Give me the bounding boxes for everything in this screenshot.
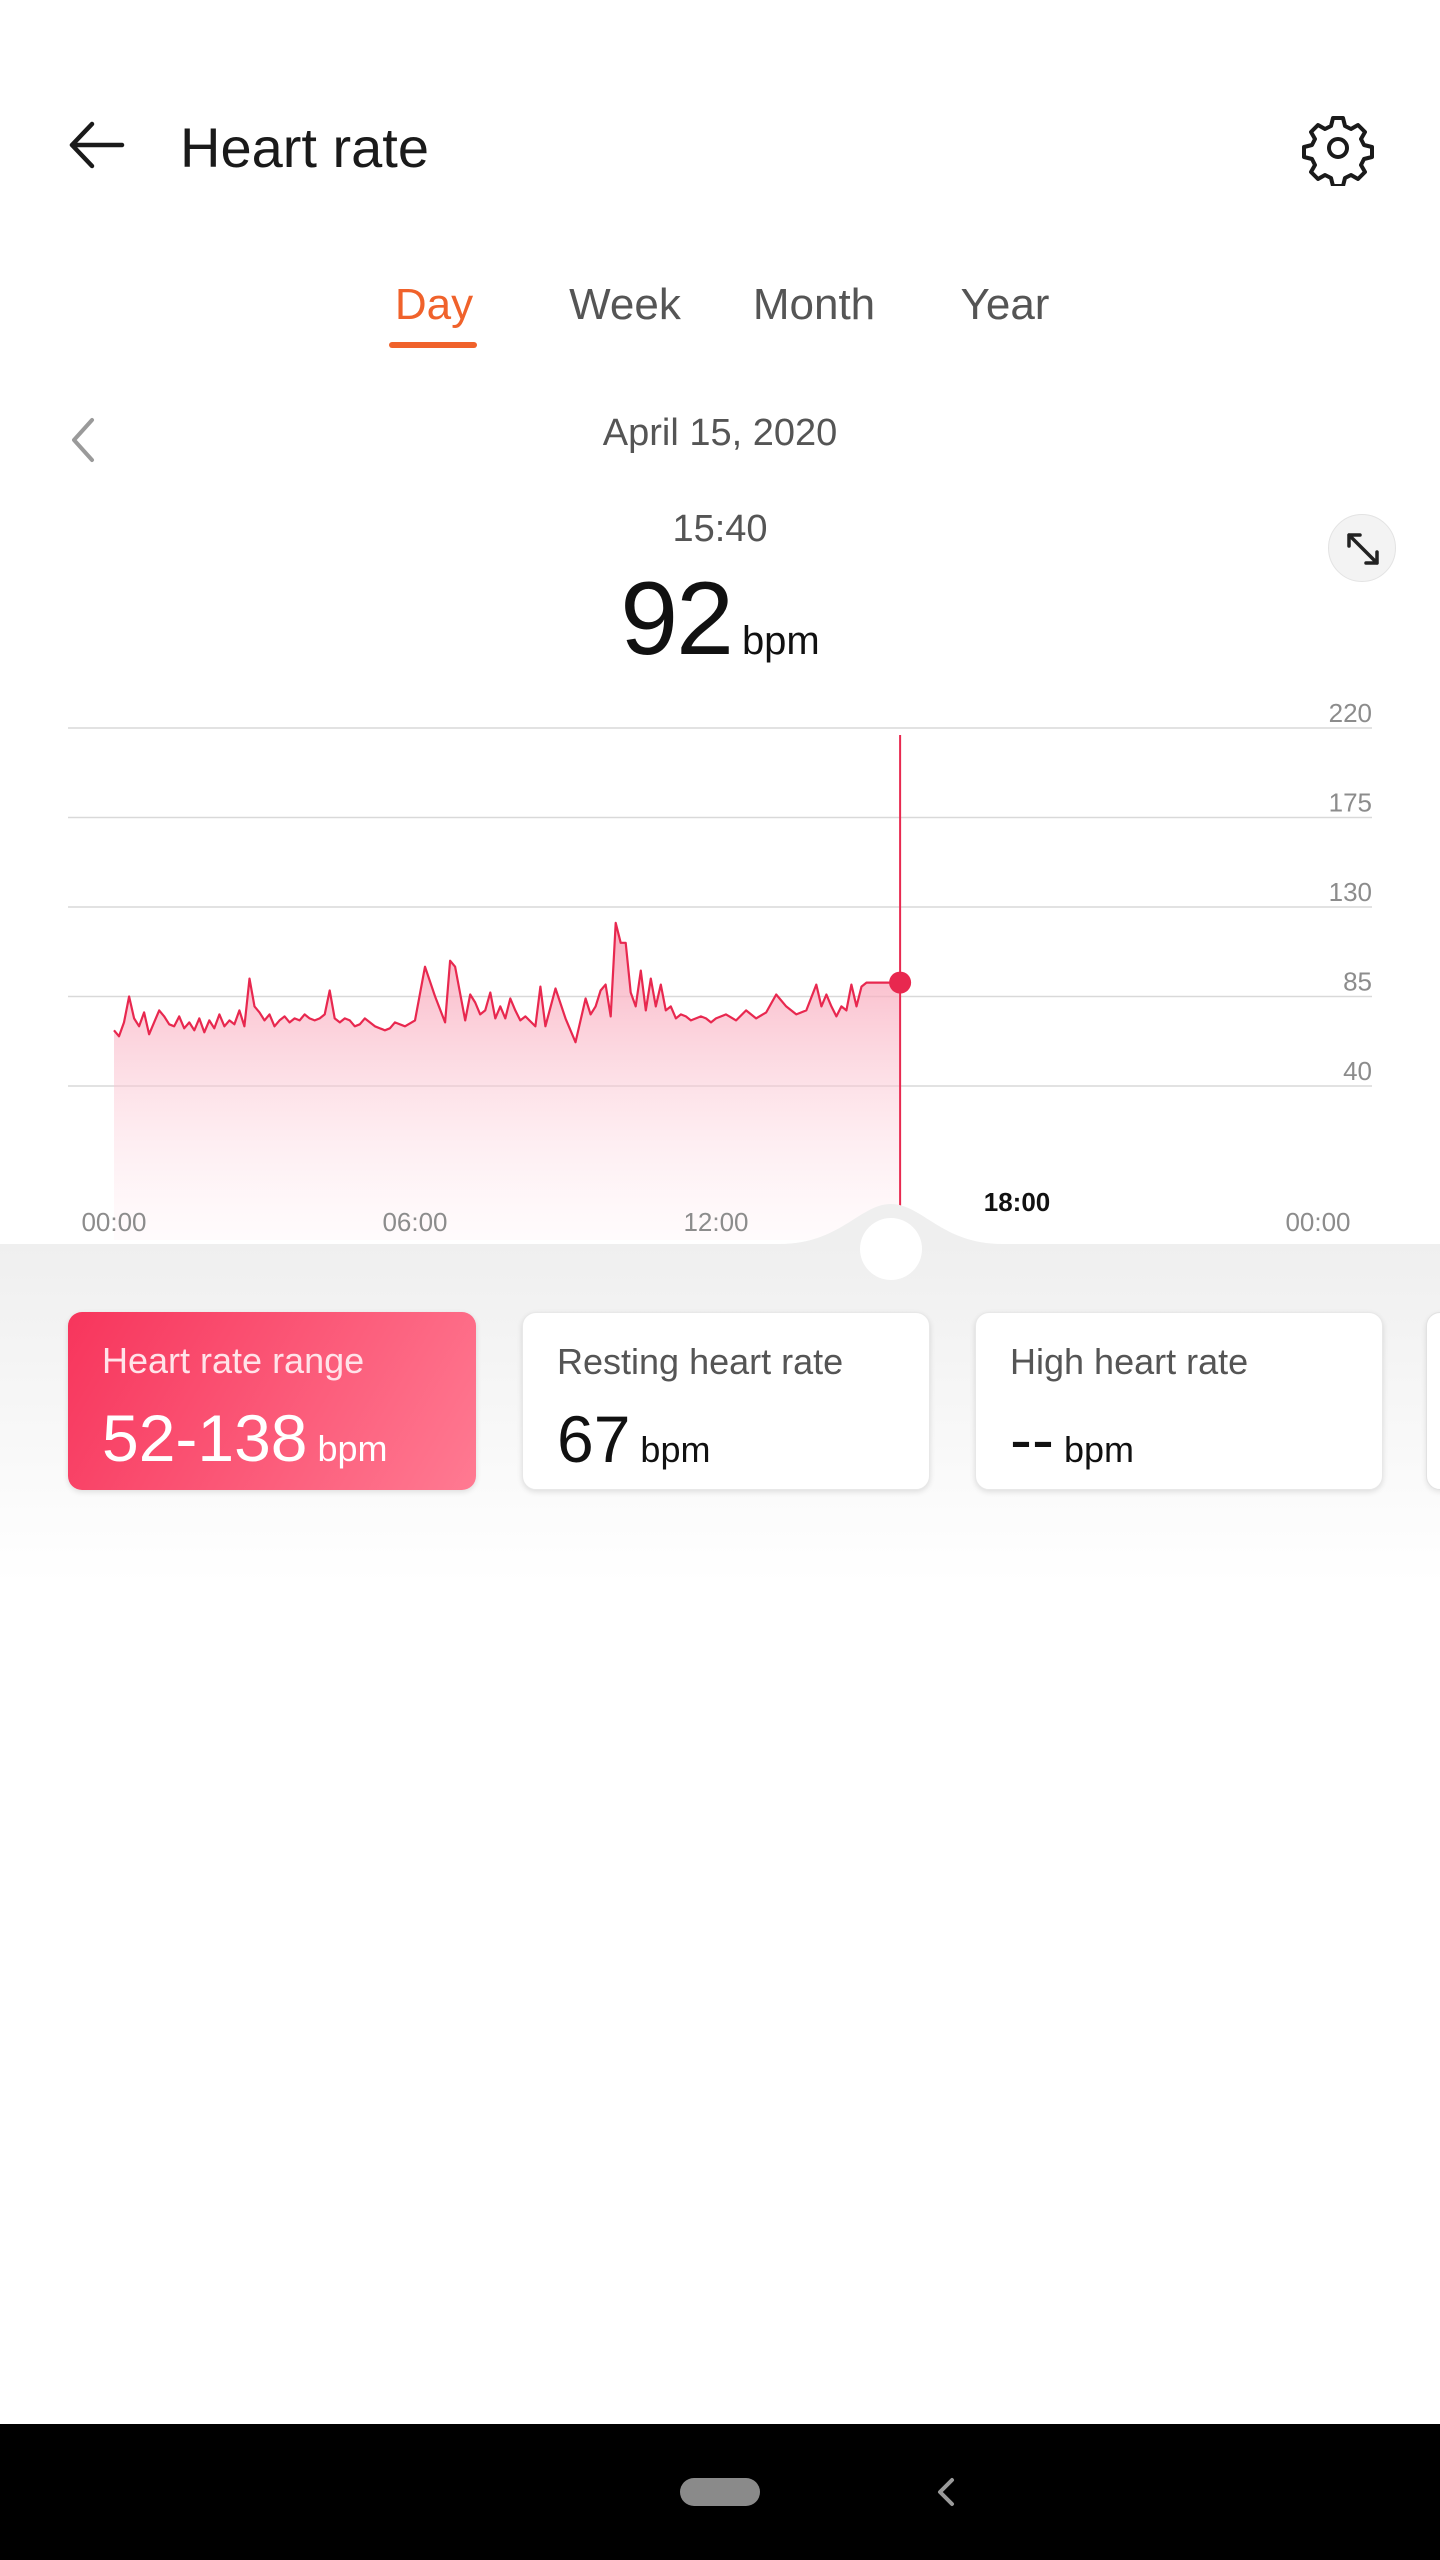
expand-icon[interactable] [1328,514,1396,582]
card-title: High heart rate [1010,1341,1249,1382]
y-tick-label: 175 [1329,788,1372,818]
heart-rate-chart: 220 175 130 85 40 00:00 06:00 12:00 18:00 00:00 [0,680,1440,1250]
gear-icon[interactable] [1300,110,1376,188]
card-value: 67 bpm [557,1401,710,1477]
y-tick-label: 130 [1329,877,1372,907]
card-value-unit: bpm [640,1429,711,1470]
card-value-number: -- [1010,1402,1054,1476]
y-tick-label: 40 [1343,1056,1372,1086]
card-value-unit: bpm [1063,1429,1134,1470]
y-tick-label: 85 [1343,967,1372,997]
chart-canvas: 2201751308540 00:00 06:00 12:0018:0000:00 [68,698,1372,1240]
heart-rate-unit: bpm [741,619,820,663]
y-tick-label: 220 [1329,698,1372,728]
tab-day[interactable]: Day [384,270,484,340]
card-title: Heart rate range [102,1340,365,1381]
card-value-unit: bpm [317,1428,388,1469]
card-resting-heart-rate[interactable]: Resting heart rate 67 bpm [522,1312,930,1490]
card-high-heart-rate[interactable]: High heart rate -- bpm [975,1312,1383,1490]
date-label: April 15, 2020 [602,412,838,454]
system-navigation-bar [0,2424,1440,2560]
period-tabs: Day Week Month Year [0,270,1440,360]
reading-value: 92 bpm [0,560,1440,679]
back-arrow-icon[interactable] [62,110,138,180]
card-value: 52-138 bpm [102,1400,388,1476]
home-pill-icon[interactable] [680,2478,760,2506]
date-navigator: April 15, 2020 [0,400,1440,480]
reading-time: 15:40 [672,508,768,550]
tab-month[interactable]: Month [744,270,884,340]
card-heart-rate-range[interactable]: Heart rate range 52-138 bpm [68,1312,476,1490]
tab-year[interactable]: Year [950,270,1060,340]
card-value-number: 52-138 [102,1401,308,1475]
app-header: Heart rate [0,0,1440,230]
card-value: -- bpm [1010,1401,1134,1477]
chart-cursor-dot [889,971,912,994]
card-value-number: 67 [557,1402,631,1476]
heart-rate-area [114,922,901,1240]
heart-rate-value: 92 [620,561,734,677]
time-slider-handle[interactable] [860,1218,922,1280]
page-title: Heart rate [180,116,429,179]
card-title: Resting heart rate [557,1341,844,1382]
nav-back-chevron-icon[interactable] [926,2468,966,2516]
tab-week[interactable]: Week [560,270,690,340]
y-axis-ticks: 220 175 130 85 40 [1329,698,1372,1086]
active-tab-indicator [389,342,477,348]
card-next-partial[interactable] [1426,1312,1440,1490]
